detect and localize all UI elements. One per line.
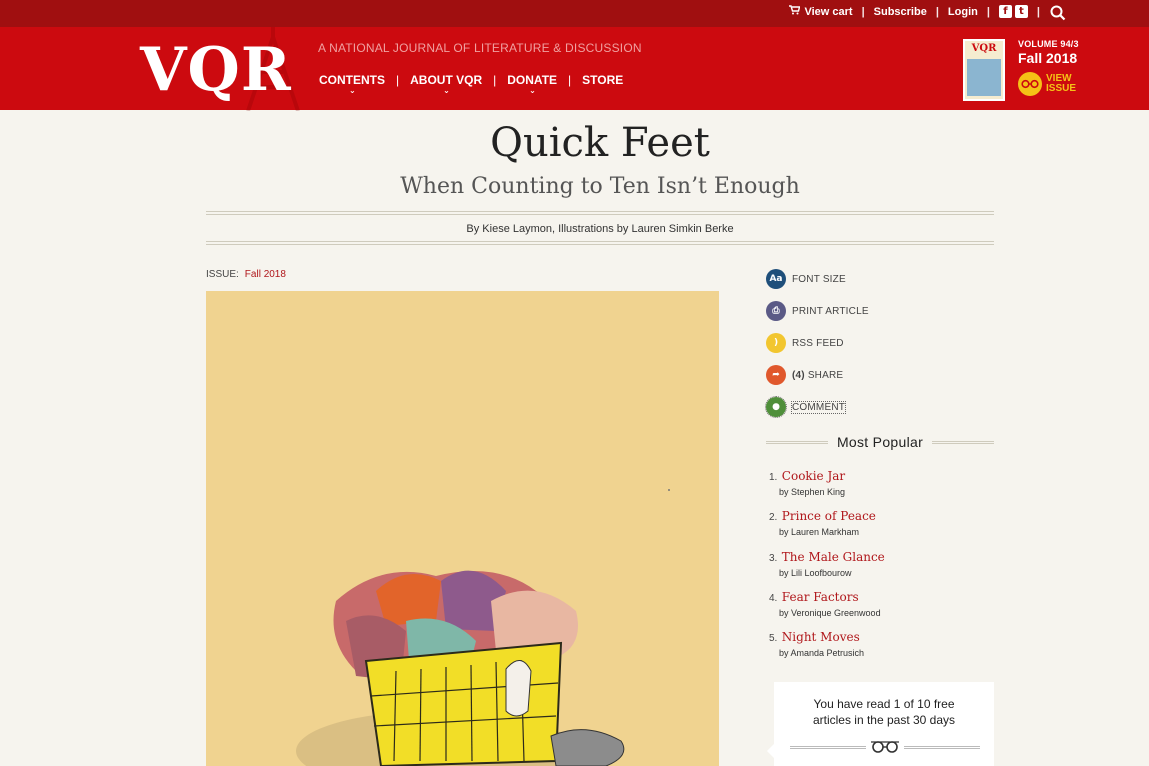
popular-title[interactable]: Fear Factors [782,590,859,604]
print-icon: ⎙ [766,301,786,321]
nav-divider: | [396,73,400,87]
issue-season: Fall 2018 [1018,50,1078,66]
separator: | [1036,5,1040,18]
meter-line-1: You have read 1 of 10 free [813,697,955,711]
most-popular-heading: Most Popular [766,432,994,452]
chevron-down-icon: ⌄ [529,86,536,95]
meter-line-2: articles in the past 30 days [812,713,956,727]
view-cart-link[interactable]: View cart [804,6,852,18]
divider [206,211,994,215]
view-issue-label: VIEW ISSUE [1046,73,1077,94]
popular-title[interactable]: Night Moves [782,630,860,644]
issue-cover-art [967,59,1001,96]
separator: | [861,5,865,18]
divider [206,241,994,245]
popular-author: by Lili Loofbourow [779,568,852,578]
share-label: (4) SHARE [792,370,843,381]
glasses-icon [871,741,899,753]
popular-author: by Amanda Petrusich [779,648,865,658]
popular-rank: 3. [769,553,778,564]
utility-bar: View cart | Subscribe | Login | f t | [0,0,1149,26]
popular-item[interactable]: 3. The Male Glance by Lili Loofbourow [769,548,999,578]
facebook-icon[interactable]: f [998,5,1012,18]
share-count: (4) [792,369,805,381]
glasses-icon [1018,72,1042,96]
nav-divider: | [493,73,497,87]
popular-item[interactable]: 4. Fear Factors by Veronique Greenwood [769,588,999,618]
issue-volume: VOLUME 94/3 [1018,39,1079,49]
site-header: VQR A NATIONAL JOURNAL OF LITERATURE & D… [0,26,1149,111]
print-article-label: PRINT ARTICLE [792,305,869,317]
issue-line: ISSUE: Fall 2018 [206,269,286,280]
popular-rank: 2. [769,512,778,523]
divider [904,746,980,749]
utility-links: View cart | Subscribe | Login | f t | [789,5,1069,18]
current-issue-cover[interactable]: VQR [963,39,1005,101]
share-tool[interactable]: ➦ (4) SHARE [766,365,869,385]
popular-item[interactable]: 5. Night Moves by Amanda Petrusich [769,628,999,658]
rss-icon: ) [766,333,786,353]
popular-rank: 5. [769,633,778,644]
comment-icon: ● [765,396,787,418]
popular-rank: 1. [769,472,778,483]
view-issue-link[interactable]: VIEW ISSUE [1018,72,1076,96]
issue-cover-title: VQR [971,43,997,54]
rss-feed-tool[interactable]: ) RSS FEED [766,333,869,353]
font-size-icon: Aa [766,269,786,289]
popular-item[interactable]: 1. Cookie Jar by Stephen King [769,467,999,497]
article-subtitle: When Counting to Ten Isn’t Enough [400,174,800,199]
nav-store-label: STORE [582,73,624,87]
comment-tool[interactable]: ● COMMENT [765,396,869,418]
byline: By Kiese Laymon, Illustrations by Lauren… [466,223,734,235]
popular-author: by Veronique Greenwood [779,608,881,618]
divider [790,746,866,749]
main-nav: CONTENTS ⌄ | ABOUT VQR ⌄ | DONATE ⌄ | ST… [319,73,623,95]
nav-donate[interactable]: DONATE ⌄ [507,73,558,95]
chevron-down-icon: ⌄ [349,86,356,95]
meter-pointer [767,744,774,758]
article-illustration [206,291,719,766]
vqr-logo[interactable]: VQR [140,35,292,105]
font-size-label: FONT SIZE [792,273,846,285]
most-popular-label: Most Popular [832,434,928,450]
popular-rank: 4. [769,593,778,604]
nav-about-label: ABOUT VQR [410,73,483,87]
separator: | [935,5,939,18]
popular-author: by Stephen King [779,487,846,497]
font-size-tool[interactable]: Aa FONT SIZE [766,269,869,289]
popular-author: by Lauren Markham [779,527,860,537]
most-popular-title: Most Popular [766,434,994,450]
comment-label: COMMENT [790,400,847,414]
issue-link[interactable]: Fall 2018 [245,269,286,280]
article-title: Quick Feet [490,120,710,166]
subscribe-link[interactable]: Subscribe [874,6,927,18]
tagline: A NATIONAL JOURNAL OF LITERATURE & DISCU… [318,41,642,55]
issue-label: ISSUE: [206,269,239,280]
twitter-icon[interactable]: t [1014,5,1028,18]
share-icon: ➦ [766,365,786,385]
nav-contents[interactable]: CONTENTS ⌄ [319,73,385,95]
meter-text: You have read 1 of 10 free articles in t… [774,696,994,728]
issue-info: VOLUME 94/3 Fall 2018 [1018,39,1079,66]
separator: | [986,5,990,18]
nav-store[interactable]: STORE [582,73,623,87]
chevron-down-icon: ⌄ [443,86,450,95]
nav-donate-label: DONATE [507,73,558,87]
nav-divider: | [568,73,572,87]
popular-title[interactable]: The Male Glance [782,550,885,564]
nav-contents-label: CONTENTS [319,73,385,87]
rss-feed-label: RSS FEED [792,337,844,349]
share-text: SHARE [807,369,844,381]
social-links: f t [998,5,1028,18]
article-tools: Aa FONT SIZE ⎙ PRINT ARTICLE ) RSS FEED … [765,269,869,429]
print-article-tool[interactable]: ⎙ PRINT ARTICLE [766,301,869,321]
article-meter: You have read 1 of 10 free articles in t… [767,682,994,766]
search-icon[interactable] [1050,5,1066,21]
login-link[interactable]: Login [948,6,978,18]
nav-about[interactable]: ABOUT VQR ⌄ [410,73,483,95]
popular-title[interactable]: Prince of Peace [782,509,876,523]
popular-item[interactable]: 2. Prince of Peace by Lauren Markham [769,507,999,537]
cart-icon[interactable] [789,5,801,18]
popular-title[interactable]: Cookie Jar [782,469,845,483]
